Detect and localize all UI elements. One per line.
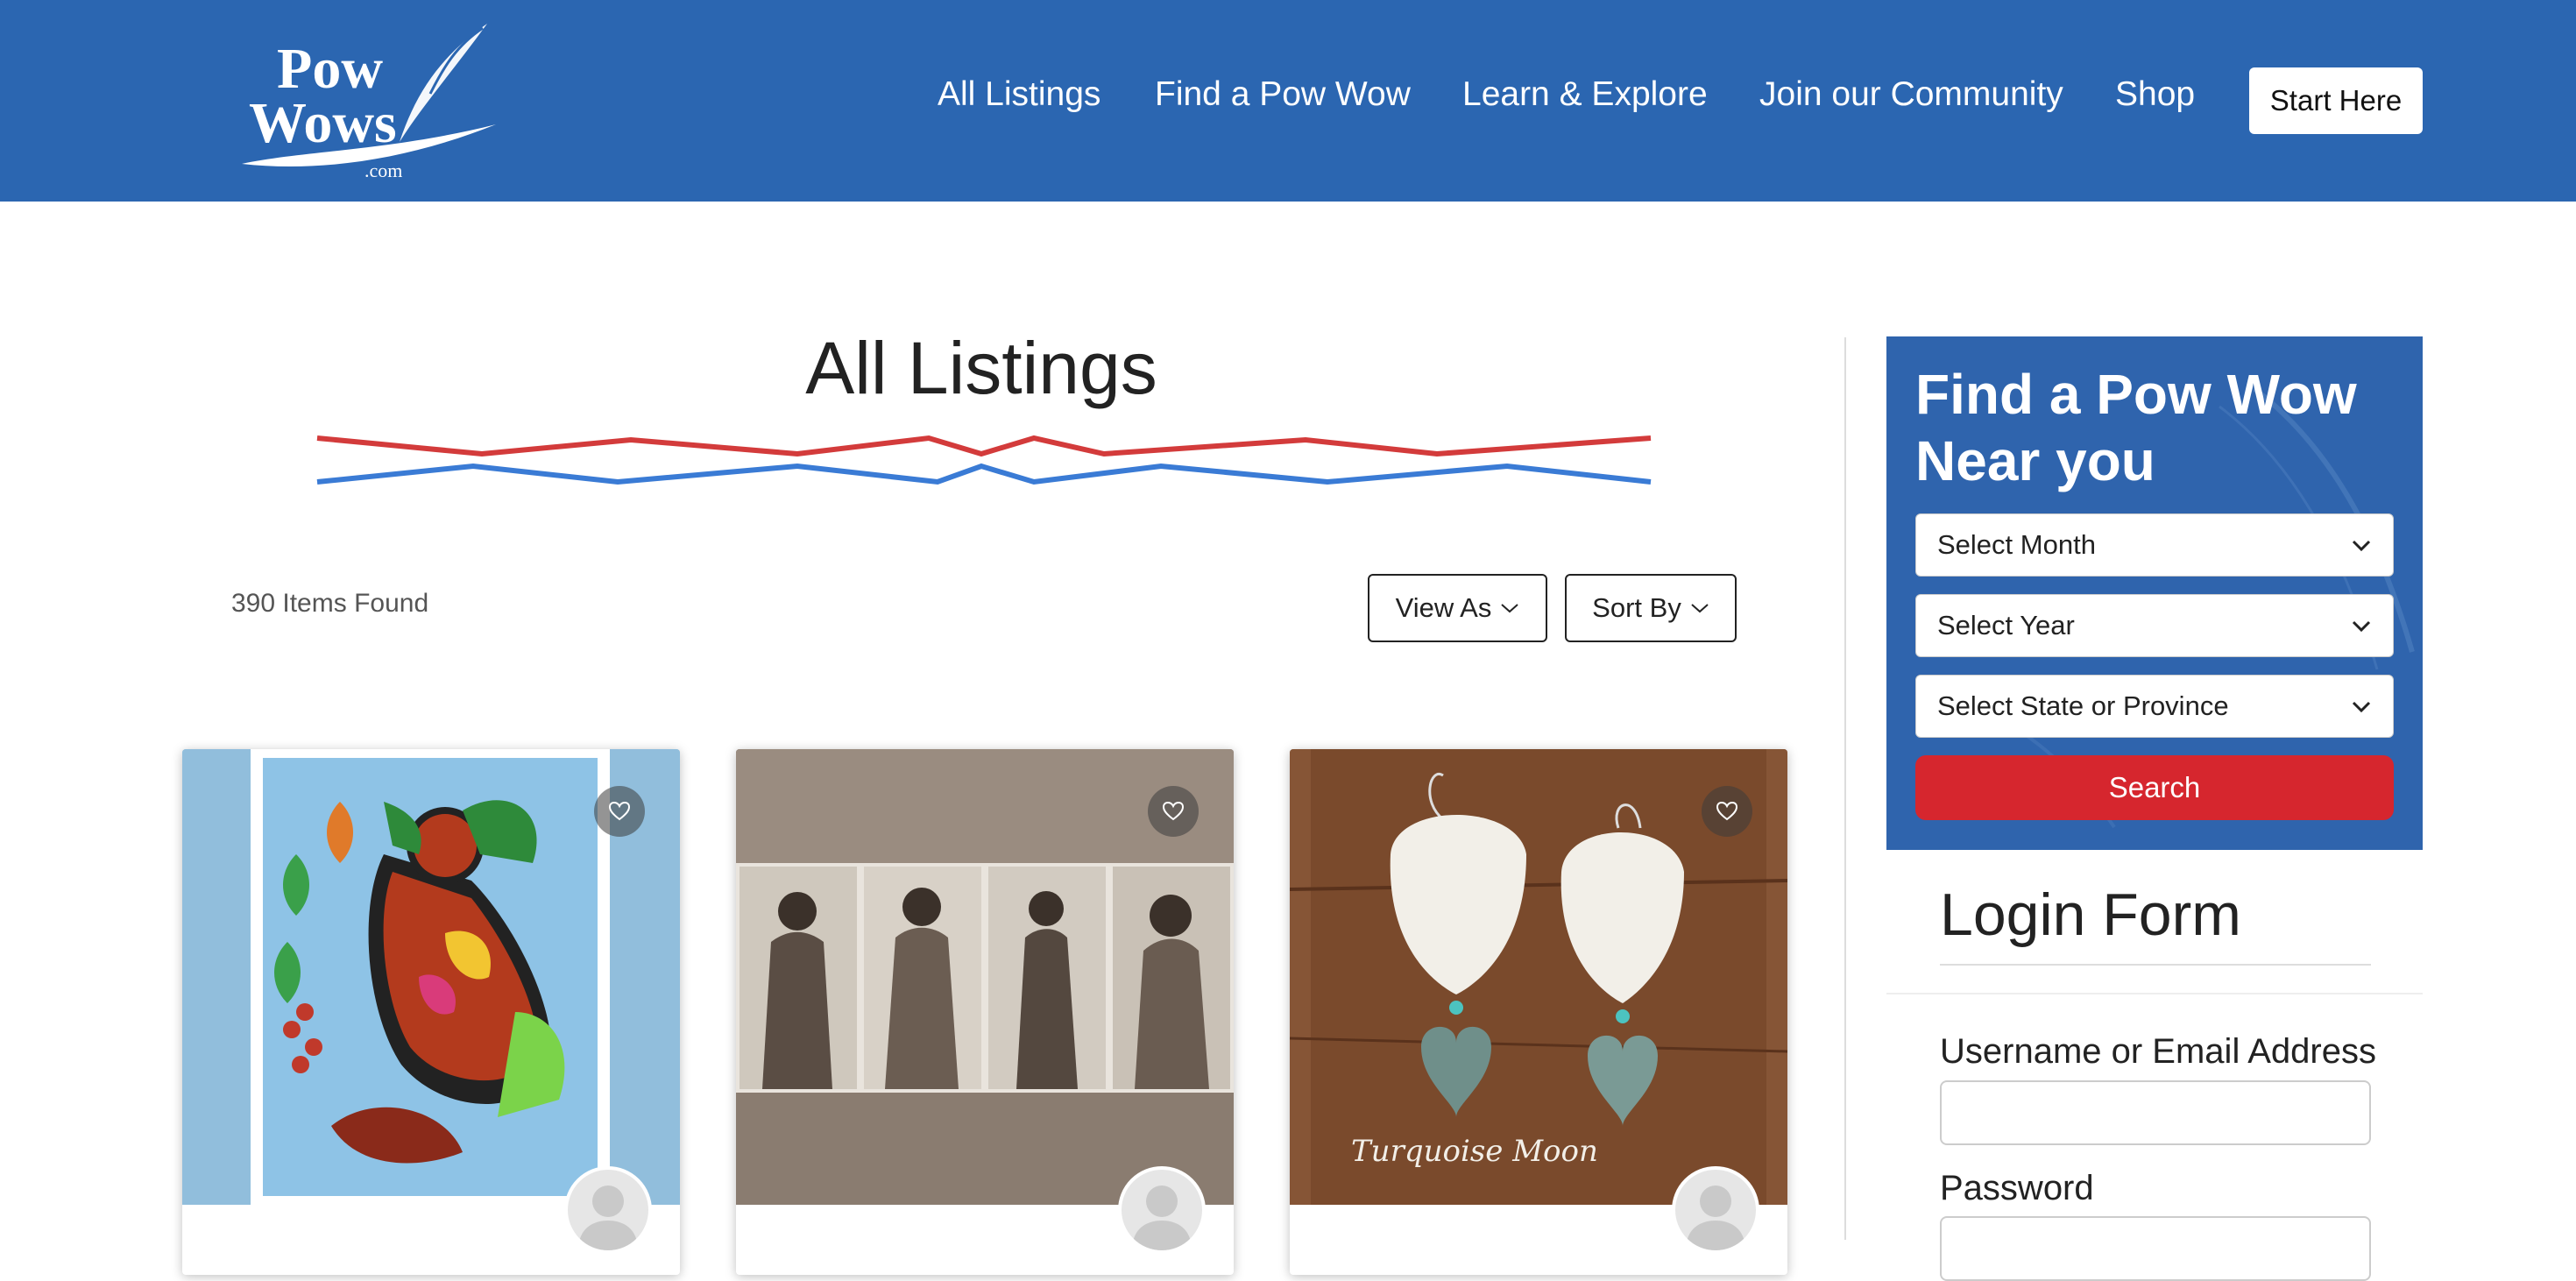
- svg-text:Wows: Wows: [249, 91, 397, 155]
- find-pow-wow-widget: Find a Pow Wow Near you Select Month Sel…: [1886, 336, 2423, 850]
- heart-icon: [609, 802, 630, 821]
- username-input[interactable]: [1940, 1080, 2371, 1145]
- favorite-button[interactable]: [1702, 786, 1752, 837]
- nav-all-listings[interactable]: All Listings: [938, 70, 1100, 119]
- select-year[interactable]: Select Year: [1915, 594, 2394, 657]
- decorative-divider: [316, 435, 1652, 485]
- select-month-label: Select Month: [1937, 529, 2096, 560]
- site-header: Pow Wows .com All Listings Find a Pow Wo…: [0, 0, 2576, 202]
- author-avatar[interactable]: [1118, 1166, 1206, 1254]
- chevron-down-icon: [2352, 540, 2371, 552]
- favorite-button[interactable]: [1148, 786, 1199, 837]
- nav-shop[interactable]: Shop: [2115, 70, 2195, 119]
- nav-join-community[interactable]: Join our Community: [1759, 70, 2063, 119]
- chevron-down-icon: [2352, 620, 2371, 633]
- sort-by-dropdown[interactable]: Sort By: [1565, 574, 1737, 642]
- select-state-label: Select State or Province: [1937, 690, 2229, 721]
- view-as-label: View As: [1395, 592, 1492, 623]
- listing-card[interactable]: Turquoise Moon: [1290, 749, 1787, 1275]
- logo-graphic: Pow Wows .com: [242, 24, 496, 181]
- search-button[interactable]: Search: [1915, 755, 2394, 820]
- favorite-button[interactable]: [594, 786, 645, 837]
- nav-learn-explore[interactable]: Learn & Explore: [1462, 70, 1708, 119]
- select-state-province[interactable]: Select State or Province: [1915, 675, 2394, 738]
- chevron-down-icon: [2352, 701, 2371, 713]
- sort-by-label: Sort By: [1592, 592, 1681, 623]
- earrings-watermark: Turquoise Moon: [1351, 1134, 1598, 1169]
- site-logo[interactable]: Pow Wows .com: [233, 19, 505, 182]
- page-title: All Listings: [805, 327, 1157, 409]
- author-avatar[interactable]: [564, 1166, 652, 1254]
- select-month[interactable]: Select Month: [1915, 513, 2394, 577]
- password-label: Password: [1940, 1169, 2094, 1207]
- view-as-dropdown[interactable]: View As: [1368, 574, 1547, 642]
- chevron-down-icon: [1501, 604, 1519, 613]
- listing-card[interactable]: [736, 749, 1234, 1275]
- heart-icon: [1716, 802, 1737, 821]
- items-found-count: 390 Items Found: [231, 589, 429, 618]
- finder-title: Find a Pow Wow Near you: [1915, 363, 2357, 492]
- heart-icon: [1163, 802, 1184, 821]
- user-avatar-icon: [578, 1185, 638, 1250]
- author-avatar[interactable]: [1672, 1166, 1759, 1254]
- sidebar-divider: [1844, 337, 1846, 1240]
- user-avatar-icon: [1686, 1185, 1745, 1250]
- login-separator: [1886, 993, 2423, 994]
- username-label: Username or Email Address: [1940, 1032, 2376, 1071]
- chevron-down-icon: [1691, 604, 1709, 613]
- nav-find-pow-wow[interactable]: Find a Pow Wow: [1155, 70, 1411, 119]
- svg-text:.com: .com: [364, 159, 402, 181]
- select-year-label: Select Year: [1937, 610, 2075, 640]
- start-here-button[interactable]: Start Here: [2249, 67, 2423, 134]
- user-avatar-icon: [1132, 1185, 1192, 1250]
- password-input[interactable]: [1940, 1216, 2371, 1281]
- login-title-underline: [1940, 964, 2371, 966]
- login-form-title: Login Form: [1940, 881, 2241, 948]
- listing-card[interactable]: [182, 749, 680, 1275]
